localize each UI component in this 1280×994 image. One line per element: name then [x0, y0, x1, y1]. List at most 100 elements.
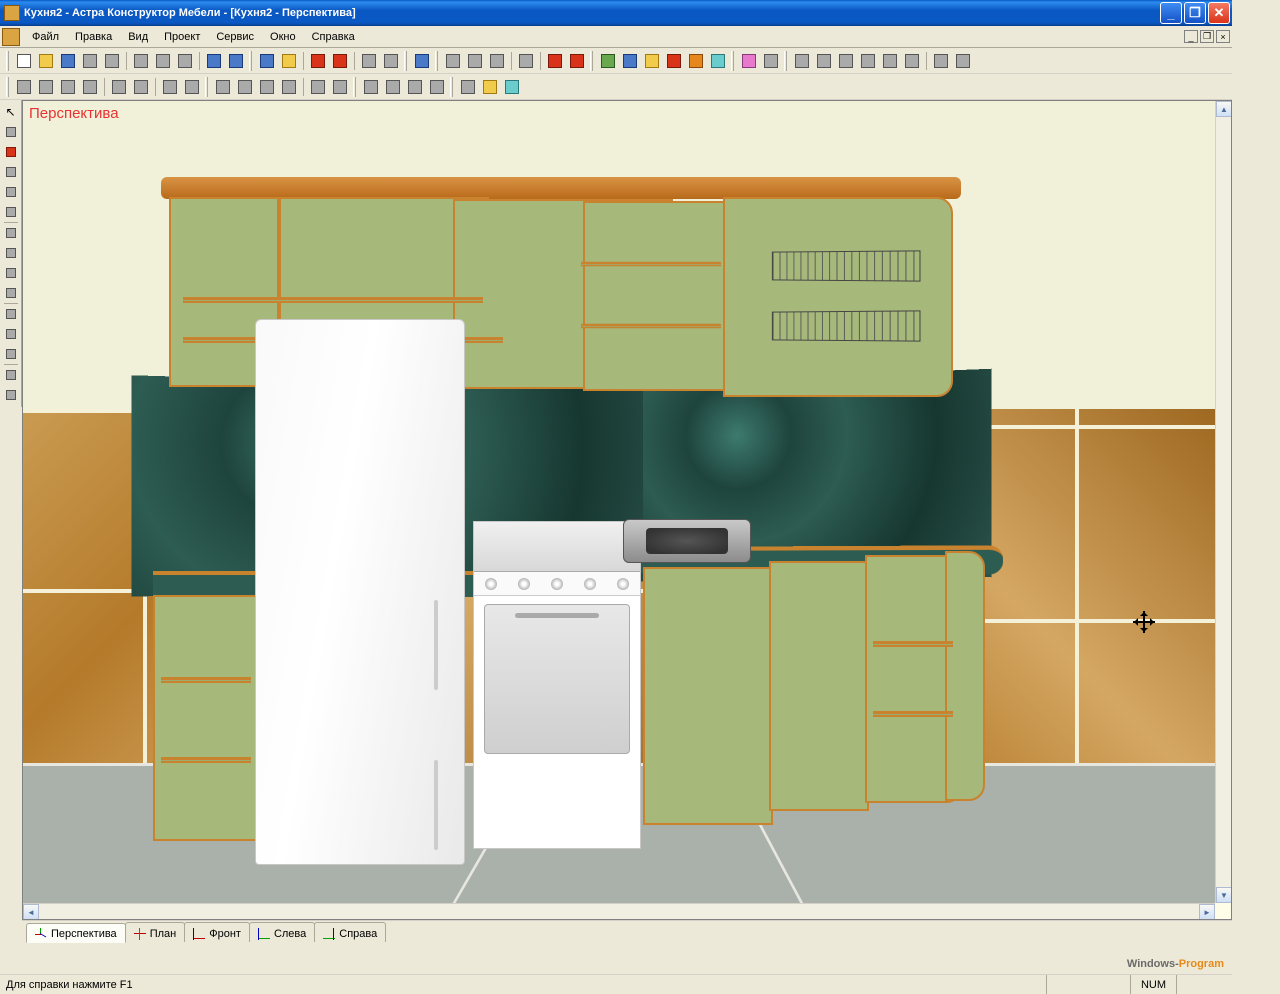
- calc-button[interactable]: [381, 51, 401, 71]
- solid1-button[interactable]: [361, 77, 381, 97]
- viewport[interactable]: Перспектива ▲ ▼ ◄ ►: [22, 100, 1232, 920]
- snap-button[interactable]: [330, 51, 350, 71]
- view3-button[interactable]: [836, 51, 856, 71]
- toolbar-grip[interactable]: [353, 77, 356, 97]
- dim1-button[interactable]: [213, 77, 233, 97]
- tool11[interactable]: [2, 305, 20, 323]
- split2-button[interactable]: [953, 51, 973, 71]
- rect-tool[interactable]: [2, 143, 20, 161]
- dim6-button[interactable]: [330, 77, 350, 97]
- scroll-up-button[interactable]: ▲: [1216, 101, 1232, 117]
- dim5-button[interactable]: [308, 77, 328, 97]
- pan-button[interactable]: [516, 51, 536, 71]
- extents-button[interactable]: [545, 51, 565, 71]
- arrow-tool[interactable]: ↖: [2, 103, 20, 121]
- view2-button[interactable]: [814, 51, 834, 71]
- undo-button[interactable]: [204, 51, 224, 71]
- zoom-out-button[interactable]: [465, 51, 485, 71]
- panel8-button[interactable]: [182, 77, 202, 97]
- maximize-button[interactable]: ❐: [1184, 2, 1206, 24]
- tab-left[interactable]: Слева: [249, 922, 315, 942]
- vertical-scrollbar[interactable]: ▲ ▼: [1215, 101, 1231, 903]
- axes-button[interactable]: [761, 51, 781, 71]
- toolbar-grip[interactable]: [784, 51, 787, 71]
- zoom-in-button[interactable]: [443, 51, 463, 71]
- zoom-window-button[interactable]: [487, 51, 507, 71]
- toolbar-grip[interactable]: [590, 51, 593, 71]
- paste-button[interactable]: [175, 51, 195, 71]
- menu-service[interactable]: Сервис: [208, 29, 262, 45]
- view5-button[interactable]: [880, 51, 900, 71]
- cube-blue-button[interactable]: [620, 51, 640, 71]
- toolbar-grip[interactable]: [6, 77, 9, 97]
- curve-tool[interactable]: [2, 183, 20, 201]
- cut-button[interactable]: [131, 51, 151, 71]
- tab-plan[interactable]: План: [125, 922, 186, 942]
- panel1-button[interactable]: [14, 77, 34, 97]
- open-button[interactable]: [36, 51, 56, 71]
- tool13[interactable]: [2, 345, 20, 363]
- preview-button[interactable]: [102, 51, 122, 71]
- cube-red-button[interactable]: [664, 51, 684, 71]
- minimize-button[interactable]: _: [1160, 2, 1182, 24]
- toolbar-grip[interactable]: [450, 77, 453, 97]
- mdi-close-button[interactable]: ×: [1216, 30, 1230, 43]
- panel3-button[interactable]: [58, 77, 78, 97]
- panel6-button[interactable]: [131, 77, 151, 97]
- view6-button[interactable]: [902, 51, 922, 71]
- dim4-button[interactable]: [279, 77, 299, 97]
- cube-green-button[interactable]: [598, 51, 618, 71]
- menu-window[interactable]: Окно: [262, 29, 304, 45]
- tool12[interactable]: [2, 325, 20, 343]
- tool7[interactable]: [2, 224, 20, 242]
- scroll-left-button[interactable]: ◄: [23, 904, 39, 920]
- target-button[interactable]: [567, 51, 587, 71]
- mdi-minimize-button[interactable]: _: [1184, 30, 1198, 43]
- toolbar-grip[interactable]: [731, 51, 734, 71]
- close-button[interactable]: ✕: [1208, 2, 1230, 24]
- tool8[interactable]: [2, 244, 20, 262]
- render3-button[interactable]: [502, 77, 522, 97]
- tool15[interactable]: [2, 386, 20, 404]
- render1-button[interactable]: [458, 77, 478, 97]
- toolbar-grip[interactable]: [205, 77, 208, 97]
- solid4-button[interactable]: [427, 77, 447, 97]
- tool10[interactable]: [2, 284, 20, 302]
- guide-button[interactable]: [308, 51, 328, 71]
- tool6[interactable]: [2, 203, 20, 221]
- save-button[interactable]: [58, 51, 78, 71]
- poly-tool[interactable]: [2, 163, 20, 181]
- line-tool[interactable]: [2, 123, 20, 141]
- select-button[interactable]: [257, 51, 277, 71]
- cube-orange-button[interactable]: [686, 51, 706, 71]
- tab-front[interactable]: Фронт: [184, 922, 250, 942]
- split1-button[interactable]: [931, 51, 951, 71]
- cube-cyan-button[interactable]: [708, 51, 728, 71]
- dims-button[interactable]: [739, 51, 759, 71]
- scroll-down-button[interactable]: ▼: [1216, 887, 1232, 903]
- dim2-button[interactable]: [235, 77, 255, 97]
- new-button[interactable]: [14, 51, 34, 71]
- toolbar-grip[interactable]: [6, 51, 9, 71]
- toolbar-grip[interactable]: [435, 51, 438, 71]
- menu-help[interactable]: Справка: [304, 29, 363, 45]
- panel7-button[interactable]: [160, 77, 180, 97]
- mdi-restore-button[interactable]: ❐: [1200, 30, 1214, 43]
- view1-button[interactable]: [792, 51, 812, 71]
- info-button[interactable]: [412, 51, 432, 71]
- tool14[interactable]: [2, 366, 20, 384]
- redo-button[interactable]: [226, 51, 246, 71]
- tab-right[interactable]: Справа: [314, 922, 386, 942]
- render2-button[interactable]: [480, 77, 500, 97]
- toolbar-grip[interactable]: [249, 51, 252, 71]
- cube-yellow-button[interactable]: [642, 51, 662, 71]
- tab-perspective[interactable]: Перспектива: [26, 923, 126, 943]
- scene-3d[interactable]: [23, 101, 1215, 903]
- view4-button[interactable]: [858, 51, 878, 71]
- panel2-button[interactable]: [36, 77, 56, 97]
- scroll-right-button[interactable]: ►: [1199, 904, 1215, 920]
- solid3-button[interactable]: [405, 77, 425, 97]
- print-button[interactable]: [80, 51, 100, 71]
- box-button[interactable]: [279, 51, 299, 71]
- copy-button[interactable]: [153, 51, 173, 71]
